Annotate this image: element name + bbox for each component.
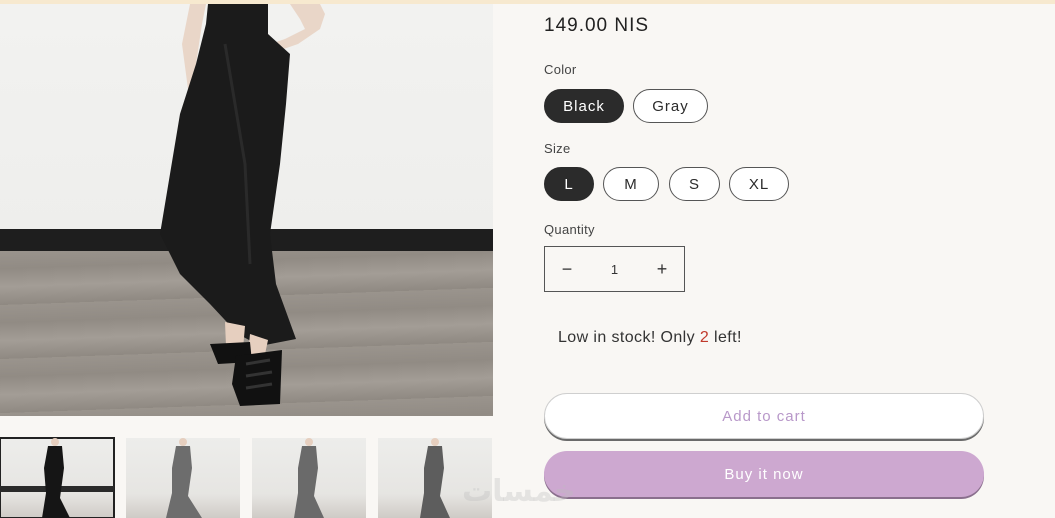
stock-prefix: Low in stock! Only bbox=[558, 329, 700, 346]
quantity-label: Quantity bbox=[544, 222, 595, 237]
plus-icon: + bbox=[656, 258, 668, 279]
thumbnail-3[interactable] bbox=[252, 438, 366, 518]
size-option-m[interactable]: M bbox=[603, 167, 659, 201]
increase-quantity-button[interactable]: + bbox=[640, 247, 684, 291]
color-option-black[interactable]: Black bbox=[544, 89, 624, 123]
minus-icon: − bbox=[561, 258, 573, 279]
thumbnail-2[interactable] bbox=[126, 438, 240, 518]
stock-count: 2 bbox=[699, 329, 710, 346]
size-option-s[interactable]: S bbox=[669, 167, 720, 201]
stock-suffix: left! bbox=[709, 329, 742, 346]
product-price: 149.00 NIS bbox=[544, 15, 650, 36]
color-label: Color bbox=[544, 62, 577, 77]
thumbnail-1[interactable] bbox=[0, 437, 115, 518]
quantity-stepper: − 1 + bbox=[544, 246, 685, 292]
size-label: Size bbox=[544, 141, 571, 156]
add-to-cart-button[interactable]: Add to cart bbox=[544, 393, 984, 439]
main-product-image[interactable] bbox=[0, 4, 493, 416]
model-figure bbox=[160, 4, 325, 406]
size-option-l[interactable]: L bbox=[544, 167, 594, 201]
buy-it-now-button[interactable]: Buy it now bbox=[544, 451, 984, 497]
decrease-quantity-button[interactable]: − bbox=[545, 247, 589, 291]
thumbnail-strip bbox=[0, 437, 493, 518]
size-option-xl[interactable]: XL bbox=[729, 167, 789, 201]
watermark: خمسات bbox=[462, 474, 576, 509]
quantity-input[interactable]: 1 bbox=[589, 247, 640, 291]
stock-notice: Low in stock! Only 2 left! bbox=[558, 329, 742, 347]
color-option-gray[interactable]: Gray bbox=[633, 89, 708, 123]
